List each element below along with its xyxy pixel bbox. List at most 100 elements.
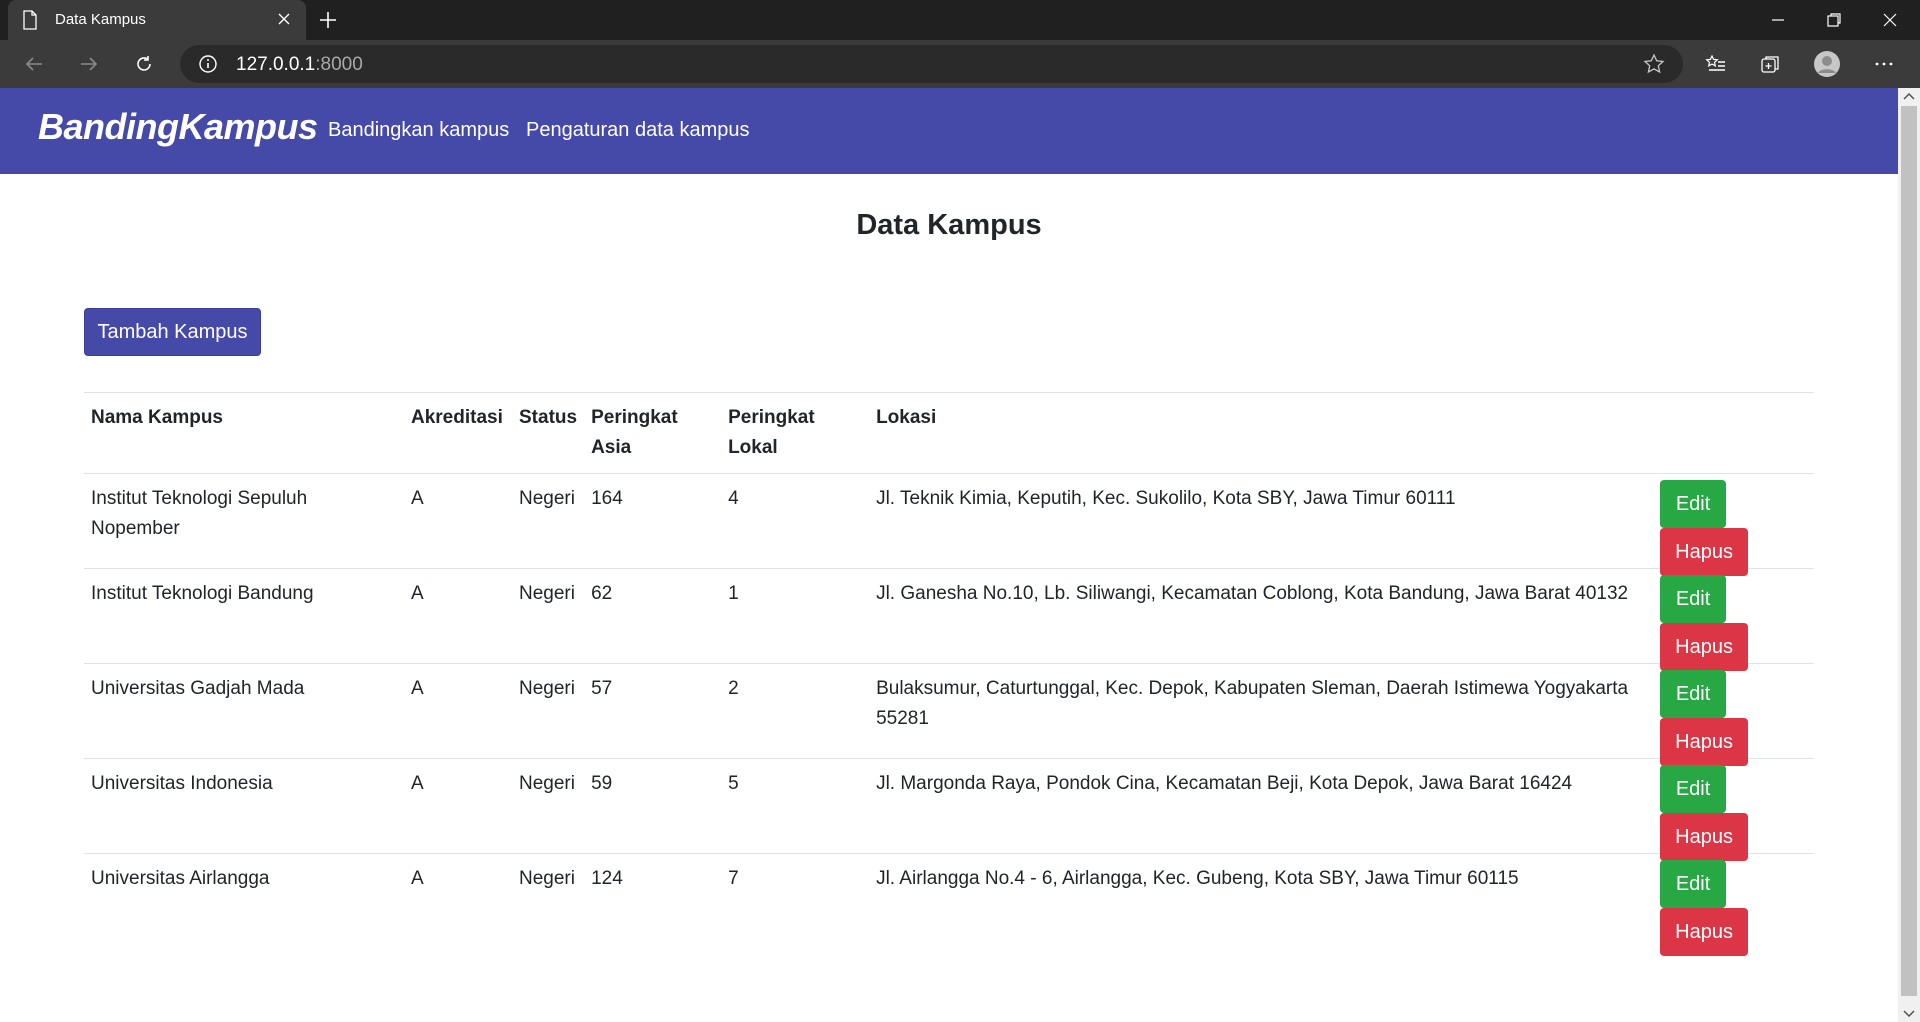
cell-actions: Edit Hapus	[1653, 758, 1814, 861]
collections-button[interactable]	[1754, 48, 1786, 80]
cell-peringkat-asia: 57	[584, 663, 722, 759]
cell-peringkat-asia: 62	[584, 568, 722, 664]
cell-peringkat-lokal: 1	[721, 568, 870, 664]
more-icon	[1875, 62, 1893, 66]
reload-icon	[137, 56, 151, 71]
table-row: Universitas Airlangga A Negeri 124 7 Jl.…	[84, 853, 1814, 956]
table-row: Universitas Indonesia A Negeri 59 5 Jl. …	[84, 758, 1814, 861]
cell-nama: Universitas Gadjah Mada	[84, 663, 404, 759]
cell-peringkat-asia: 124	[584, 853, 722, 948]
edit-button[interactable]: Edit	[1660, 765, 1727, 813]
favorites-list-icon	[1705, 54, 1725, 71]
site-navbar: BandingKampus Bandingkan kampus Pengatur…	[0, 88, 1898, 174]
collections-icon	[1761, 56, 1779, 73]
scroll-down-icon[interactable]	[1903, 1010, 1915, 1018]
nav-link-bandingkan[interactable]: Bandingkan kampus	[328, 119, 509, 142]
cell-nama: Institut Teknologi Sepuluh Nopember	[84, 473, 404, 569]
cell-akreditasi: A	[404, 663, 512, 759]
page-scrollbar[interactable]	[1898, 88, 1920, 1022]
cell-lokasi: Jl. Airlangga No.4 - 6, Airlangga, Kec. …	[869, 853, 1654, 948]
close-tab-icon[interactable]	[276, 11, 292, 27]
url-host: 127.0.0.1	[236, 54, 316, 75]
header-lokasi: Lokasi	[869, 392, 1654, 474]
browser-tab-bar: Data Kampus	[0, 0, 1920, 40]
delete-button[interactable]: Hapus	[1660, 908, 1749, 956]
cell-peringkat-asia: 164	[584, 473, 722, 569]
url-port: :8000	[315, 54, 363, 75]
browser-tab[interactable]: Data Kampus	[8, 0, 306, 40]
cell-lokasi: Jl. Margonda Raya, Pondok Cina, Kecamata…	[869, 758, 1654, 854]
cell-akreditasi: A	[404, 568, 512, 664]
delete-button[interactable]: Hapus	[1660, 718, 1749, 766]
add-campus-button[interactable]: Tambah Kampus	[84, 308, 261, 356]
header-nama: Nama Kampus	[84, 392, 404, 474]
delete-button[interactable]: Hapus	[1660, 528, 1749, 576]
address-bar[interactable]: 127.0.0.1:8000	[180, 45, 1683, 83]
edit-button[interactable]: Edit	[1660, 670, 1727, 718]
cell-lokasi: Jl. Teknik Kimia, Keputih, Kec. Sukolilo…	[869, 473, 1654, 569]
header-akreditasi: Akreditasi	[404, 392, 512, 474]
favorite-star-icon[interactable]	[1643, 53, 1665, 75]
forward-button[interactable]	[73, 48, 105, 80]
cell-nama: Institut Teknologi Bandung	[84, 568, 404, 664]
cell-status: Negeri	[512, 663, 585, 759]
delete-button[interactable]: Hapus	[1660, 623, 1749, 671]
header-status: Status	[512, 392, 585, 474]
brand-logo[interactable]: BandingKampus	[38, 106, 318, 148]
cell-actions: Edit Hapus	[1653, 663, 1814, 766]
page-icon	[23, 10, 37, 30]
nav-link-pengaturan[interactable]: Pengaturan data kampus	[526, 119, 750, 142]
header-peringkat-lokal: Peringkat Lokal	[721, 392, 870, 474]
header-actions	[1653, 392, 1814, 474]
restore-icon	[1827, 13, 1841, 27]
address-toolbar: 127.0.0.1:8000	[0, 40, 1920, 88]
cell-actions: Edit Hapus	[1653, 473, 1814, 576]
table-row: Universitas Gadjah Mada A Negeri 57 2 Bu…	[84, 663, 1814, 766]
arrow-left-icon	[25, 57, 42, 71]
cell-peringkat-asia: 59	[584, 758, 722, 854]
delete-button[interactable]: Hapus	[1660, 813, 1749, 861]
info-icon[interactable]	[198, 54, 218, 74]
table-header-row: Nama Kampus Akreditasi Status Peringkat …	[84, 392, 1814, 474]
cell-peringkat-lokal: 7	[721, 853, 870, 948]
cell-peringkat-lokal: 4	[721, 473, 870, 569]
url-text[interactable]: 127.0.0.1:8000	[236, 54, 363, 76]
settings-menu-button[interactable]	[1868, 48, 1900, 80]
header-peringkat-asia: Peringkat Asia	[584, 392, 722, 474]
table-row: Institut Teknologi Bandung A Negeri 62 1…	[84, 568, 1814, 671]
page-title: Data Kampus	[856, 209, 1042, 241]
restore-button[interactable]	[1806, 0, 1862, 40]
cell-actions: Edit Hapus	[1653, 853, 1814, 956]
campus-table: Nama Kampus Akreditasi Status Peringkat …	[84, 392, 1814, 956]
table-row: Institut Teknologi Sepuluh Nopember A Ne…	[84, 473, 1814, 576]
cell-peringkat-lokal: 2	[721, 663, 870, 759]
tab-title: Data Kampus	[55, 11, 146, 28]
profile-button[interactable]	[1811, 48, 1843, 80]
reload-button[interactable]	[128, 48, 160, 80]
cell-nama: Universitas Airlangga	[84, 853, 404, 948]
edit-button[interactable]: Edit	[1660, 575, 1727, 623]
arrow-right-icon	[81, 57, 98, 71]
new-tab-icon[interactable]	[316, 8, 340, 32]
cell-akreditasi: A	[404, 473, 512, 569]
back-button[interactable]	[18, 48, 50, 80]
close-window-button[interactable]	[1862, 0, 1918, 40]
minimize-button[interactable]	[1750, 0, 1806, 40]
cell-lokasi: Bulaksumur, Caturtunggal, Kec. Depok, Ka…	[869, 663, 1654, 759]
cell-actions: Edit Hapus	[1653, 568, 1814, 671]
cell-status: Negeri	[512, 568, 585, 664]
cell-nama: Universitas Indonesia	[84, 758, 404, 854]
edit-button[interactable]: Edit	[1660, 480, 1727, 528]
edit-button[interactable]: Edit	[1660, 860, 1727, 908]
scroll-up-icon[interactable]	[1903, 92, 1915, 100]
cell-lokasi: Jl. Ganesha No.10, Lb. Siliwangi, Kecama…	[869, 568, 1654, 664]
cell-status: Negeri	[512, 758, 585, 854]
scrollbar-thumb[interactable]	[1901, 106, 1917, 996]
cell-akreditasi: A	[404, 853, 512, 948]
cell-akreditasi: A	[404, 758, 512, 854]
minimize-icon	[1772, 19, 1784, 21]
cell-status: Negeri	[512, 473, 585, 569]
favorites-button[interactable]	[1700, 48, 1732, 80]
cell-status: Negeri	[512, 853, 585, 948]
avatar-icon	[1814, 51, 1840, 77]
